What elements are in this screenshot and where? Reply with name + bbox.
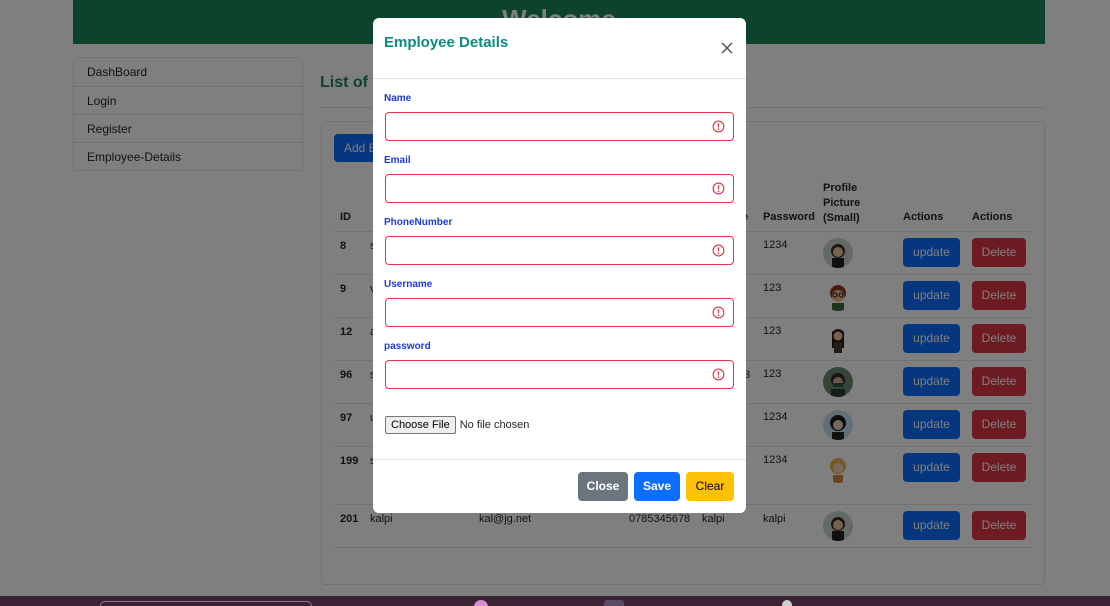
error-icon (712, 182, 725, 195)
error-icon (712, 368, 725, 381)
error-icon (712, 120, 725, 133)
email-field[interactable] (385, 174, 734, 203)
taskbar-search-box[interactable] (100, 601, 312, 606)
close-icon[interactable] (719, 40, 735, 56)
clear-button[interactable]: Clear (686, 472, 734, 501)
taskbar-app-icon[interactable] (782, 600, 792, 606)
file-status-text: No file chosen (459, 419, 530, 431)
name-label: Name (384, 93, 412, 104)
modal-header: Employee Details (373, 18, 746, 79)
email-label: Email (384, 155, 411, 166)
employee-details-modal: Employee Details Name Email PhoneNumber … (373, 18, 746, 513)
username-field[interactable] (385, 298, 734, 327)
password-label: password (384, 341, 431, 352)
modal-title: Employee Details (384, 34, 509, 51)
modal-footer-divider (373, 459, 746, 460)
password-field[interactable] (385, 360, 734, 389)
save-button[interactable]: Save (634, 472, 680, 501)
error-icon (712, 244, 725, 257)
name-field[interactable] (385, 112, 734, 141)
taskbar-app-icon[interactable] (604, 600, 624, 606)
choose-file-button[interactable]: Choose File (385, 416, 456, 434)
close-button[interactable]: Close (578, 472, 628, 501)
username-label: Username (384, 279, 433, 290)
profile-picture-file-input: Choose File No file chosen (385, 416, 529, 434)
phone-number-label: PhoneNumber (384, 217, 453, 228)
error-icon (712, 306, 725, 319)
phone-number-field[interactable] (385, 236, 734, 265)
